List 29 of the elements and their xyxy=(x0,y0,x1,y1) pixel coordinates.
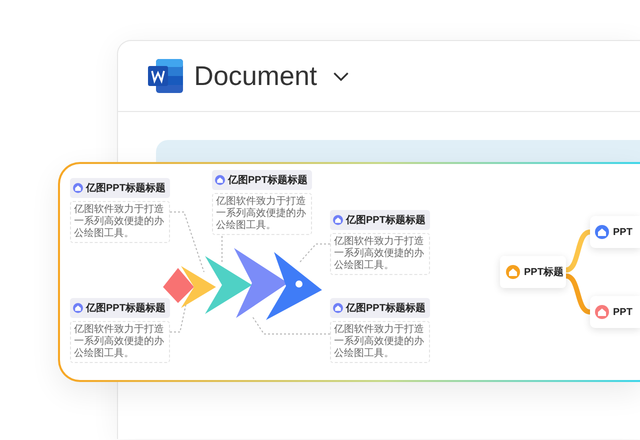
leader-line xyxy=(170,212,204,272)
node-icon xyxy=(215,175,225,185)
topic-card[interactable]: PPT xyxy=(590,216,640,248)
word-logo-icon xyxy=(148,58,184,94)
topic-label: PPT xyxy=(613,306,632,318)
branch-line xyxy=(565,230,591,272)
leader-line xyxy=(300,244,330,262)
caret-icon[interactable] xyxy=(333,72,350,80)
node-text: 亿图软件致力于打造一系列高效便捷的办公绘图工具。 xyxy=(70,321,170,363)
node-icon xyxy=(333,215,343,225)
node-title-text: 亿图PPT标题标题 xyxy=(228,174,308,187)
leader-line xyxy=(170,304,186,332)
node-text: 亿图软件致力于打造一系列高效便捷的办公绘图工具。 xyxy=(212,193,312,235)
topic-card[interactable]: PPT标题 xyxy=(500,256,566,288)
node-title-text: 亿图PPT标题标题 xyxy=(86,182,166,195)
topic-label: PPT xyxy=(613,226,632,238)
node-title-text: 亿图PPT标题标题 xyxy=(86,302,166,315)
topic-label: PPT标题 xyxy=(524,266,564,279)
node-text: 亿图软件致力于打造一系列高效便捷的办公绘图工具。 xyxy=(70,201,170,243)
topic-card[interactable]: PPT xyxy=(590,296,640,328)
branch-line xyxy=(565,274,591,314)
node-icon xyxy=(73,183,83,193)
node-title-text: 亿图PPT标题标题 xyxy=(346,214,426,227)
node-icon xyxy=(73,303,83,313)
window-title: Document xyxy=(194,60,318,92)
node-icon xyxy=(333,303,343,313)
node-title-text: 亿图PPT标题标题 xyxy=(346,302,426,315)
node-text: 亿图软件致力于打造一系列高效便捷的办公绘图工具。 xyxy=(330,321,430,363)
node-text: 亿图软件致力于打造一系列高效便捷的办公绘图工具。 xyxy=(330,233,430,275)
